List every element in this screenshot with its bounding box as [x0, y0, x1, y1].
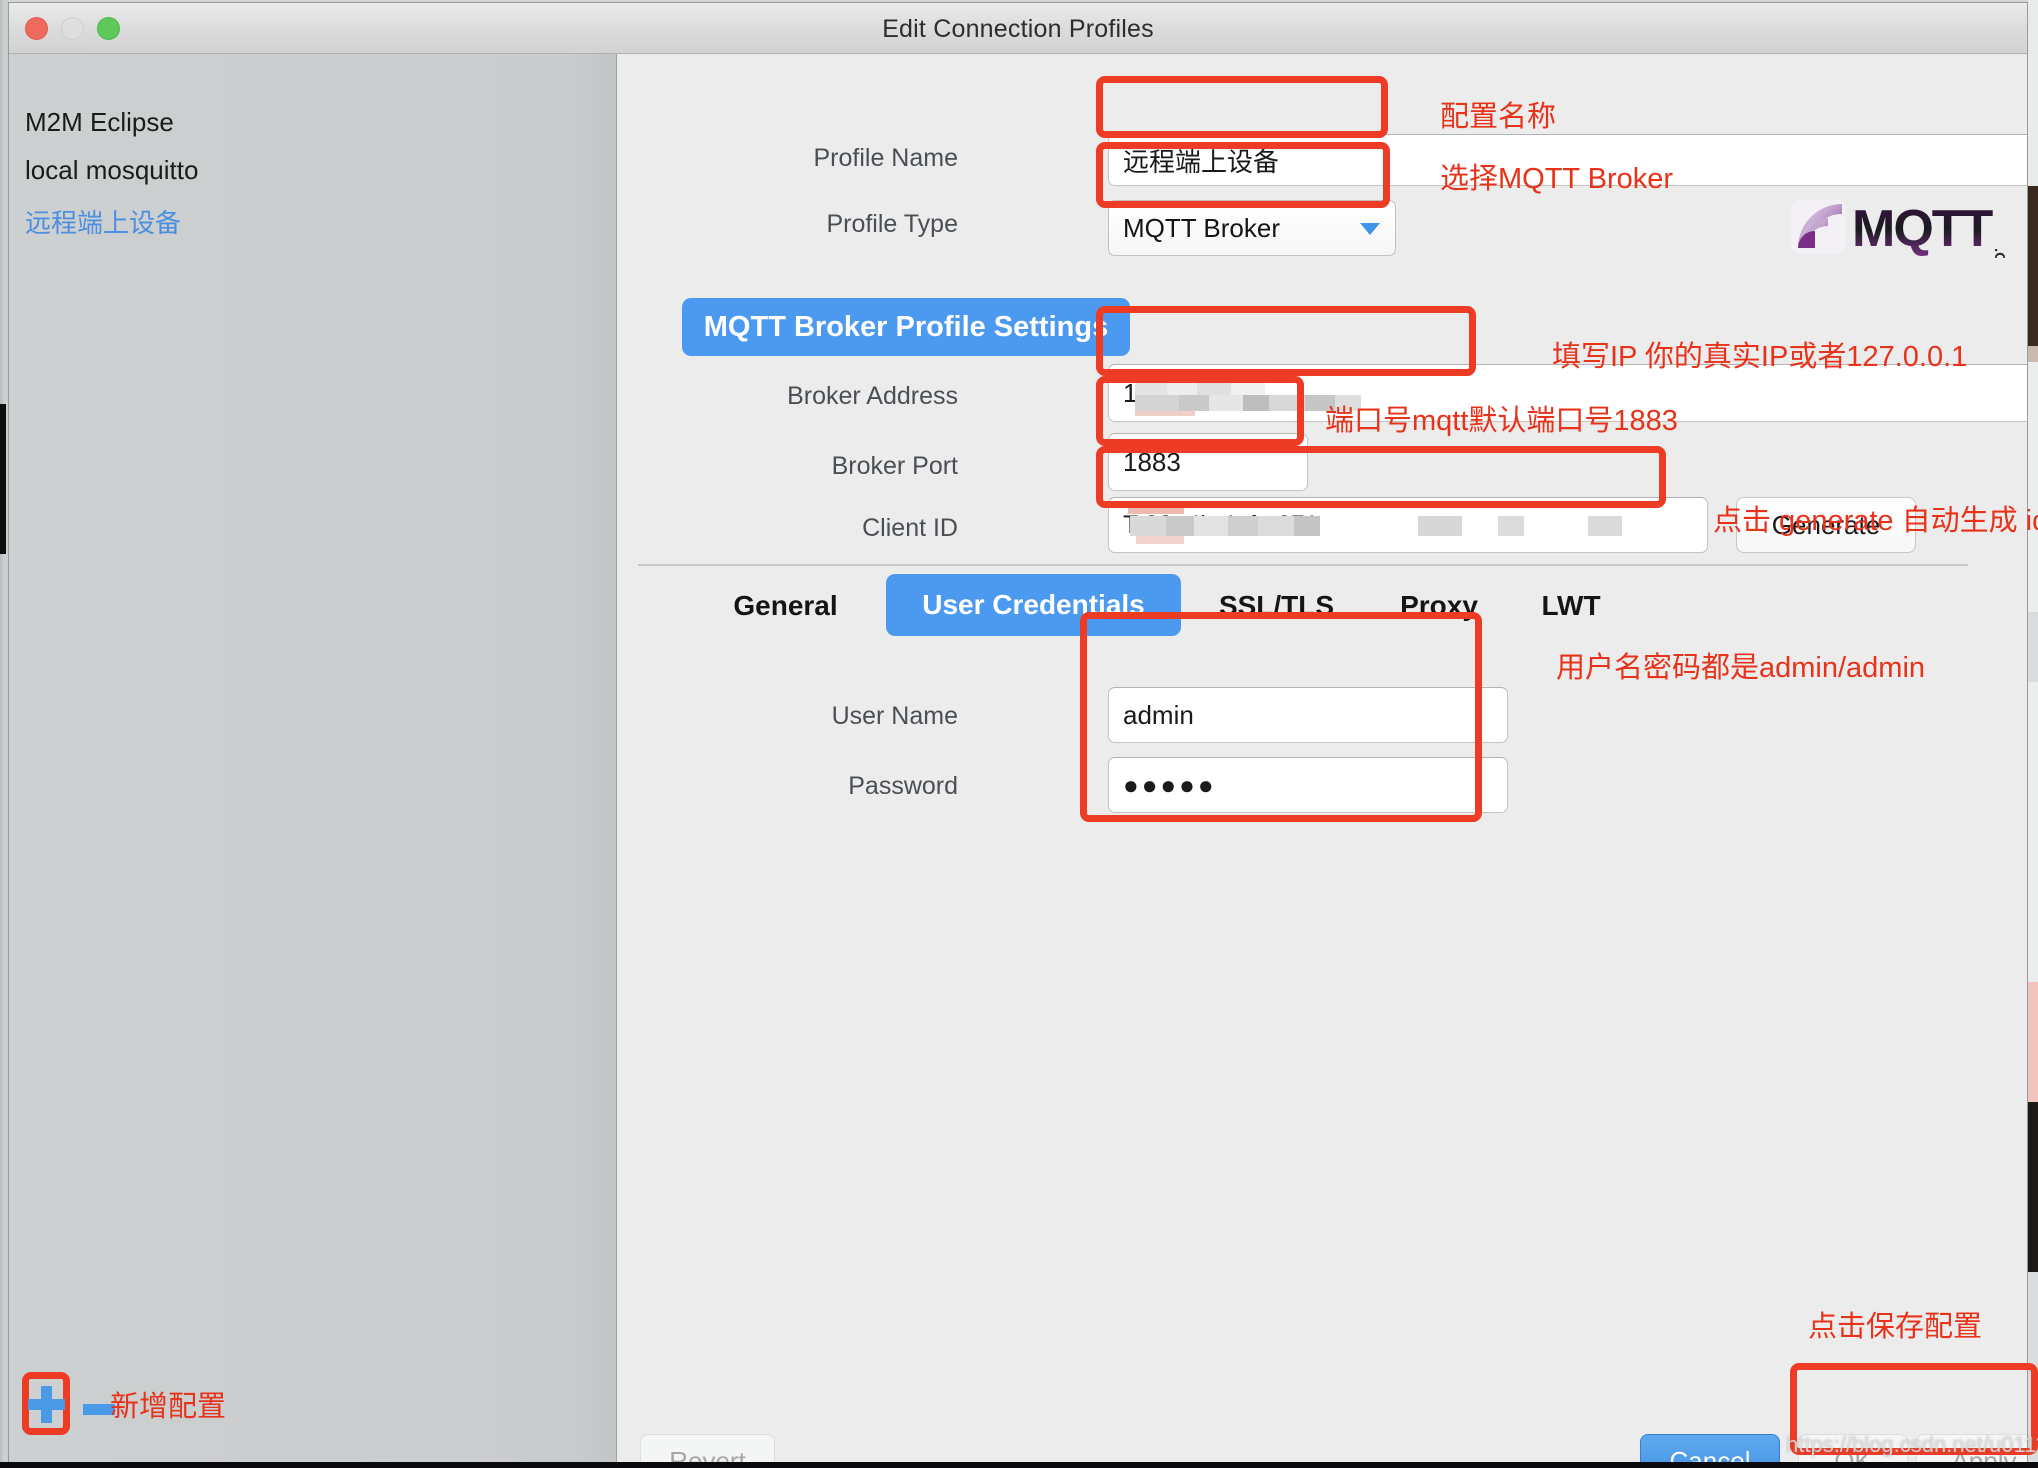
profile-type-value: MQTT Broker	[1123, 212, 1280, 243]
profile-name-value: 远程端上设备	[1123, 146, 1280, 177]
profile-name-label: Profile Name	[813, 144, 959, 172]
window-body: M2M Eclipse local mosquitto 远程端上设备 Profi…	[9, 54, 2027, 1463]
background-window-sliver-left	[0, 404, 6, 554]
desktop-left-edge	[0, 0, 8, 1468]
broker-port-input[interactable]: 1883	[1108, 433, 1308, 491]
mqtt-org-logo: MQTT .ORG	[1790, 196, 2020, 286]
annotation-broker-port: 端口号mqtt默认端口号1883	[1325, 405, 1678, 437]
desktop-bottom-edge	[0, 1462, 2038, 1468]
profile-type-select[interactable]: MQTT Broker	[1108, 200, 1396, 256]
client-id-label: Client ID	[862, 514, 958, 542]
tab-general[interactable]: General	[698, 580, 873, 632]
user-name-value: admin	[1123, 699, 1194, 730]
annotation-broker-address: 填写IP 你的真实IP或者127.0.0.1	[1552, 341, 1968, 373]
mqtt-broker-profile-settings-heading: MQTT Broker Profile Settings	[682, 298, 1130, 356]
profile-type-label: Profile Type	[826, 210, 958, 238]
sidebar-item-local-mosquitto[interactable]: local mosquitto	[25, 155, 198, 186]
annotation-profile-name: 配置名称	[1440, 101, 1557, 133]
user-name-label: User Name	[831, 702, 958, 730]
user-name-input[interactable]: admin	[1108, 687, 1508, 743]
password-value: ●●●●●	[1123, 769, 1217, 800]
client-id-redaction	[1128, 502, 1622, 544]
blog-watermark: https://blog.csdn.net/u011148116	[1786, 1432, 2038, 1457]
annotation-user-credentials: 用户名密码都是admin/admin	[1556, 652, 1926, 684]
tab-lwt[interactable]: LWT	[1516, 580, 1626, 632]
svg-text:.ORG: .ORG	[1991, 248, 2008, 258]
cancel-button[interactable]: Cancel	[1640, 1434, 1780, 1463]
annotation-save: 点击保存配置	[1808, 1311, 1983, 1343]
tab-user-credentials[interactable]: User Credentials	[886, 574, 1181, 636]
broker-port-label: Broker Port	[831, 452, 958, 480]
sidebar-item-remote-device[interactable]: 远程端上设备	[25, 203, 181, 240]
annotation-client-id: 点击 generate 自动生成 id	[1713, 505, 2038, 537]
revert-button[interactable]: Revert	[640, 1434, 775, 1463]
background-window-sliver-right	[2028, 0, 2038, 1468]
tab-proxy[interactable]: Proxy	[1374, 580, 1504, 632]
annotation-add-profile: 新增配置	[110, 1391, 227, 1423]
screenshot-root: Edit Connection Profiles M2M Eclipse loc…	[0, 0, 2038, 1468]
tab-ssl-tls[interactable]: SSL/TLS	[1194, 580, 1359, 632]
chevron-down-icon	[1360, 223, 1380, 235]
sidebar-item-m2m-eclipse[interactable]: M2M Eclipse	[25, 107, 174, 138]
password-label: Password	[848, 772, 958, 800]
section-divider	[638, 564, 1968, 566]
password-input[interactable]: ●●●●●	[1108, 757, 1508, 813]
window-titlebar: Edit Connection Profiles	[9, 3, 2027, 54]
profiles-sidebar: M2M Eclipse local mosquitto 远程端上设备	[9, 54, 617, 1463]
svg-text:MQTT: MQTT	[1852, 200, 1994, 258]
broker-address-label: Broker Address	[787, 382, 958, 410]
add-profile-icon[interactable]	[28, 1386, 65, 1423]
window-title: Edit Connection Profiles	[882, 15, 1154, 43]
broker-port-value: 1883	[1123, 446, 1181, 477]
annotation-profile-type: 选择MQTT Broker	[1440, 163, 1674, 195]
profile-editor-pane: Profile Name 远程端上设备 Profile Type MQTT Br…	[618, 54, 2027, 1463]
edit-connection-profiles-window: Edit Connection Profiles M2M Eclipse loc…	[8, 2, 2028, 1464]
